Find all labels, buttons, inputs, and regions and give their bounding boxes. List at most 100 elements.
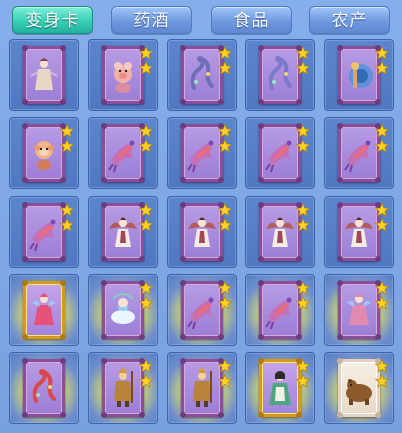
item-slot[interactable] [324,39,394,111]
card-corner-ornament [337,412,343,418]
star-rating [375,124,389,154]
star-icon [218,46,232,60]
item-slot[interactable] [167,39,237,111]
transform-card[interactable] [337,358,381,418]
transform-card[interactable] [258,202,302,262]
transform-card[interactable] [258,123,302,183]
item-slot[interactable] [245,39,315,111]
item-slot[interactable] [88,117,158,189]
cloud-sprite-icon [111,293,135,324]
item-slot[interactable] [167,352,237,424]
transform-card[interactable] [22,202,66,262]
transform-card[interactable] [22,358,66,418]
item-slot[interactable] [167,274,237,346]
transform-card[interactable] [180,45,224,105]
star-icon [218,218,232,232]
item-slot[interactable] [245,352,315,424]
card-corner-ornament [101,177,107,183]
tab-farm-produce[interactable]: 农产 [309,6,390,34]
warrior-icon [114,367,133,407]
star-rating [296,281,310,311]
card-corner-ornament [258,256,264,262]
transform-card[interactable] [22,280,66,340]
card-corner-ornament [180,99,186,105]
card-corner-ornament [101,334,107,340]
card-corner-ornament [101,256,107,262]
card-corner-ornament [101,99,107,105]
card-corner-ornament [258,177,264,183]
item-slot[interactable] [9,39,79,111]
bird-icon [108,140,135,173]
card-corner-ornament [337,202,343,208]
star-rating [218,203,232,233]
star-icon [218,61,232,75]
bird-icon [265,297,292,330]
item-slot[interactable] [245,117,315,189]
transform-card[interactable] [180,202,224,262]
transform-card[interactable] [101,202,145,262]
card-corner-ornament [101,202,107,208]
star-icon [139,139,153,153]
card-corner-ornament [218,334,224,340]
card-corner-ornament [22,256,28,262]
tab-food[interactable]: 食品 [211,6,292,34]
card-corner-ornament [296,334,302,340]
item-slot[interactable] [9,352,79,424]
card-corner-ornament [218,412,224,418]
card-corner-ornament [22,123,28,129]
item-slot[interactable] [9,117,79,189]
transform-card[interactable] [337,123,381,183]
item-slot[interactable] [9,196,79,268]
transform-card[interactable] [101,358,145,418]
transform-card[interactable] [101,123,145,183]
transform-card[interactable] [258,45,302,105]
star-rating [375,203,389,233]
transform-card[interactable] [101,45,145,105]
transform-card[interactable] [180,358,224,418]
item-slot[interactable] [167,196,237,268]
item-slot[interactable] [88,352,158,424]
card-corner-ornament [218,256,224,262]
transform-card[interactable] [258,280,302,340]
transform-card[interactable] [337,45,381,105]
card-corner-ornament [22,280,28,286]
transform-card[interactable] [180,280,224,340]
card-corner-ornament [101,45,107,51]
card-corner-ornament [101,412,107,418]
transform-card[interactable] [22,45,66,105]
star-icon [375,61,389,75]
transform-card[interactable] [180,123,224,183]
fairy-icon [347,293,371,325]
item-slot[interactable] [245,274,315,346]
transform-card[interactable] [22,123,66,183]
star-icon [296,296,310,310]
tab-transform-card[interactable]: 变身卡 [12,6,93,34]
transform-card[interactable] [337,202,381,262]
item-slot[interactable] [9,274,79,346]
item-slot[interactable] [324,274,394,346]
item-slot[interactable] [167,117,237,189]
star-icon [375,124,389,138]
item-slot[interactable] [88,274,158,346]
item-slot[interactable] [324,352,394,424]
star-icon [139,203,153,217]
item-slot[interactable] [88,39,158,111]
star-icon [139,359,153,373]
card-corner-ornament [22,202,28,208]
item-slot[interactable] [88,196,158,268]
item-slot[interactable] [245,196,315,268]
tab-medicine-wine[interactable]: 药酒 [111,6,192,34]
item-slot[interactable] [324,117,394,189]
star-icon [375,374,389,388]
transform-card[interactable] [101,280,145,340]
lady-icon [269,371,291,405]
card-corner-ornament [60,412,66,418]
star-icon [218,374,232,388]
card-corner-ornament [22,45,28,51]
star-rating [139,46,153,76]
dragon-icon [32,369,56,403]
transform-card[interactable] [337,280,381,340]
card-corner-ornament [180,177,186,183]
transform-card[interactable] [258,358,302,418]
item-slot[interactable] [324,196,394,268]
